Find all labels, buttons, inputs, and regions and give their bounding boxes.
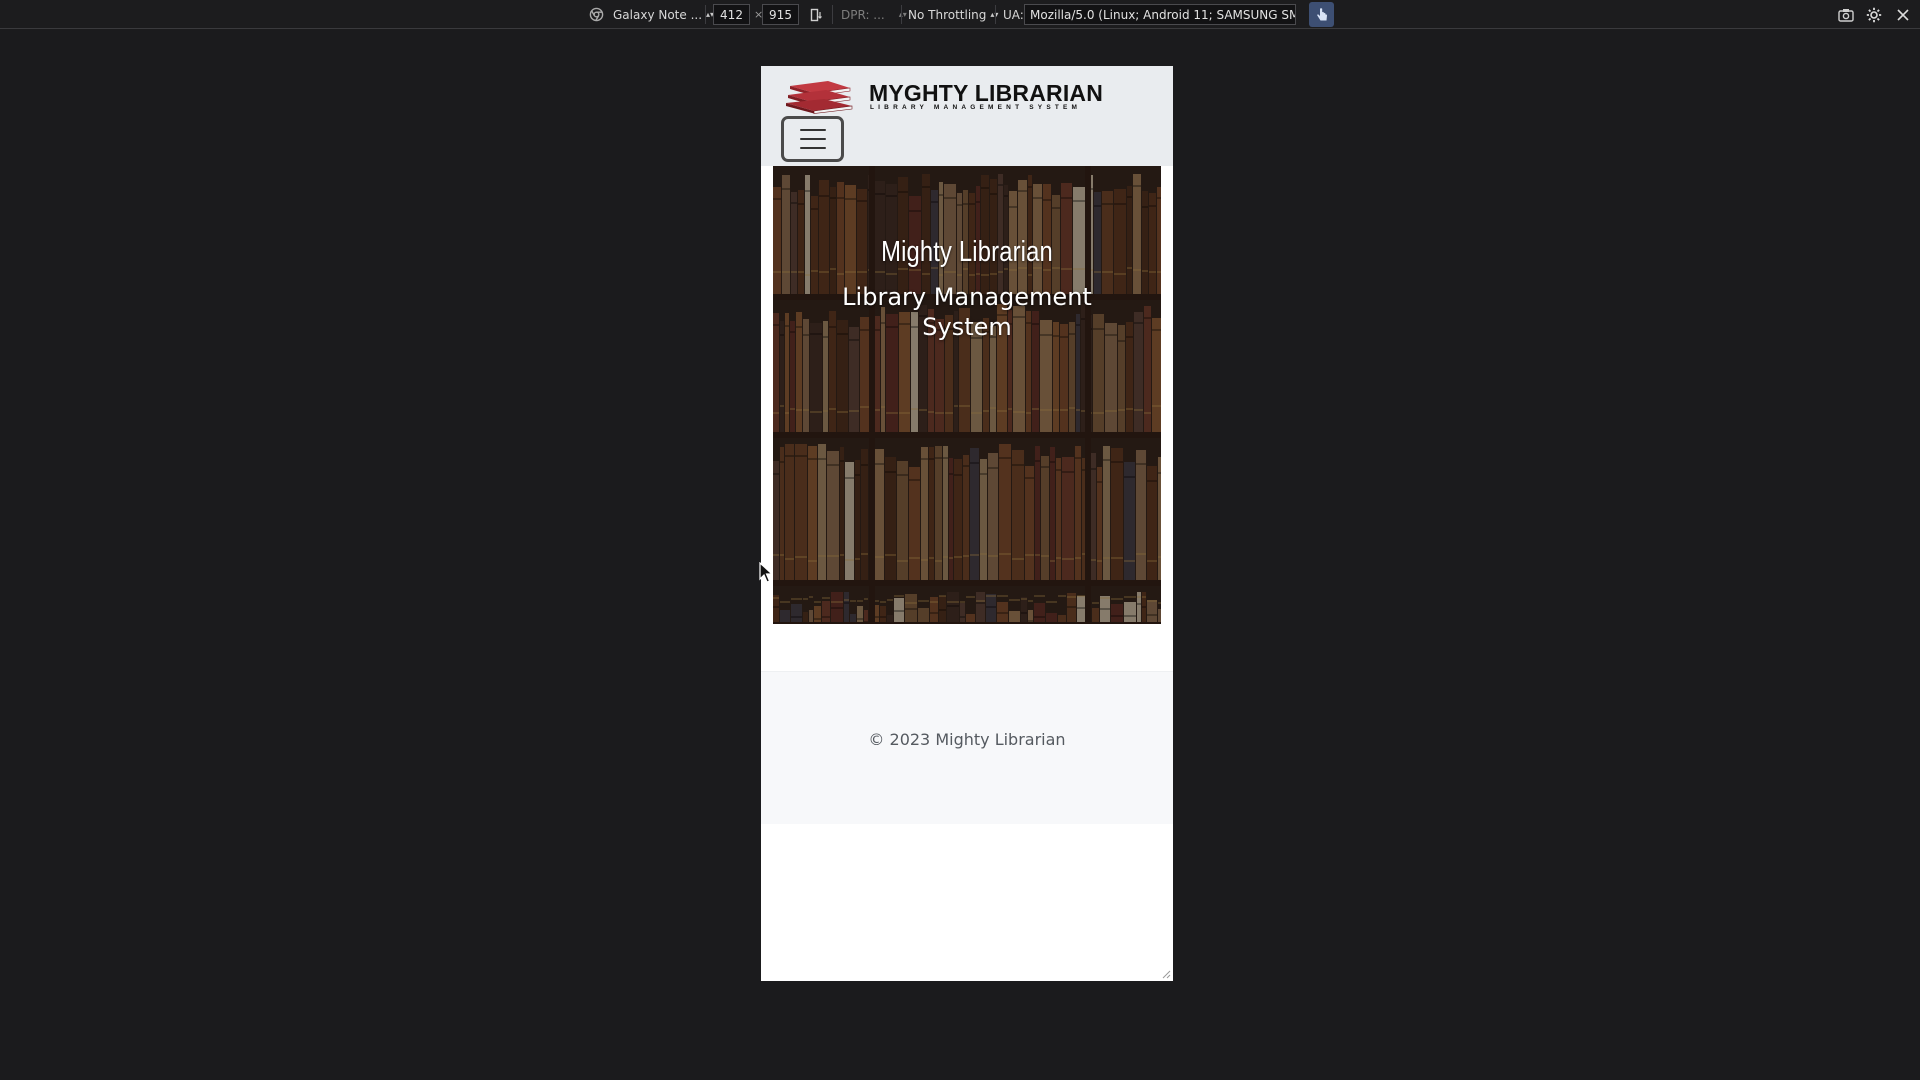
ua-label: UA: (1003, 7, 1024, 22)
height-input[interactable]: 915 (762, 4, 799, 25)
gear-icon[interactable] (1864, 5, 1883, 24)
books-logo-icon (786, 81, 853, 114)
resize-handle-icon[interactable] (1159, 967, 1171, 979)
dpr-select-label: DPR: ... (841, 7, 885, 22)
throttling-select[interactable]: No Throttling ▴▾ (908, 0, 998, 29)
chevron-updown-icon: ▴▾ (898, 10, 907, 19)
dpr-select[interactable]: DPR: ... ▴▾ (841, 0, 907, 29)
device-viewport: MYGHTY LIBRARIAN LIBRARY MANAGEMENT SYST… (761, 66, 1173, 981)
divider (705, 5, 706, 24)
close-icon[interactable] (1893, 5, 1912, 24)
rotate-icon[interactable] (806, 5, 825, 24)
hamburger-icon-bar (799, 138, 826, 140)
hero-title: Mighty Librarian (881, 236, 1053, 268)
device-select[interactable]: Galaxy Note ... ▴▾ (613, 0, 714, 29)
divider (995, 5, 996, 24)
hamburger-icon (799, 129, 826, 131)
device-select-label: Galaxy Note ... (613, 7, 703, 22)
mouse-cursor-icon (759, 562, 773, 583)
throttling-select-label: No Throttling (908, 7, 987, 22)
site-footer: © 2023 Mighty Librarian (761, 671, 1173, 824)
brand-subtitle: LIBRARY MANAGEMENT SYSTEM (870, 104, 1082, 111)
device-toolbar: Galaxy Note ... ▴▾ 412 × 915 DPR: ... ▴▾… (0, 0, 1920, 29)
divider (832, 5, 833, 24)
site-header: MYGHTY LIBRARIAN LIBRARY MANAGEMENT SYST… (761, 66, 1173, 166)
divider (901, 5, 902, 24)
bookshelf-background-image (773, 166, 1161, 624)
hero-subtitle: Library Management System (842, 283, 1092, 341)
camera-icon[interactable] (1836, 5, 1855, 24)
width-input[interactable]: 412 (713, 4, 750, 25)
copyright-text: © 2023 Mighty Librarian (868, 730, 1066, 749)
user-agent-input[interactable]: Mozilla/5.0 (Linux; Android 11; SAMSUNG … (1024, 4, 1296, 25)
chrome-device-icon (587, 5, 606, 24)
touch-icon[interactable] (1309, 2, 1334, 27)
hamburger-menu-button[interactable] (781, 116, 844, 162)
hamburger-icon-bar (799, 147, 826, 149)
brand-title[interactable]: MYGHTY LIBRARIAN (869, 80, 1103, 107)
hero-banner: Mighty Librarian Library Management Syst… (773, 166, 1161, 624)
